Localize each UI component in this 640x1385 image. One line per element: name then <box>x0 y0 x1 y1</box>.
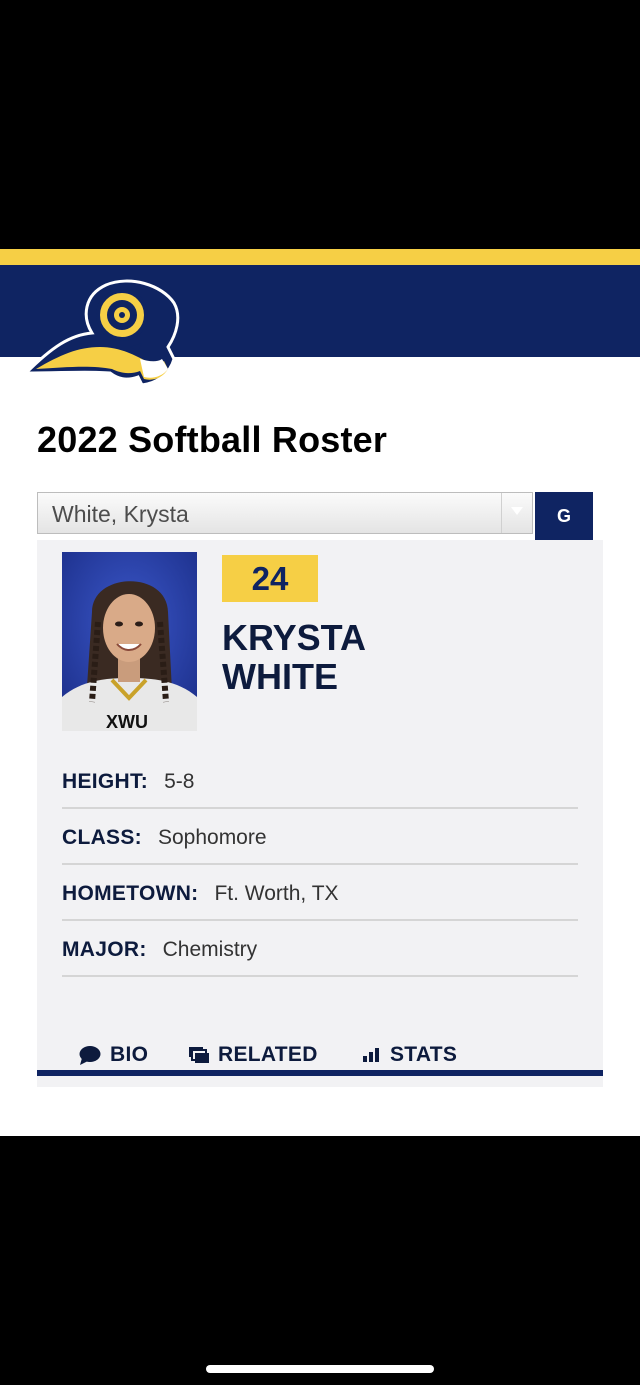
player-headshot: XWU <box>62 552 197 731</box>
ram-logo-icon[interactable] <box>22 277 182 393</box>
detail-label: HOMETOWN: <box>62 881 199 905</box>
player-tabs: BIO RELATED STATS <box>37 1034 603 1076</box>
selected-player-value: White, Krysta <box>52 501 189 527</box>
detail-value: 5-8 <box>164 769 195 793</box>
home-indicator[interactable] <box>206 1365 434 1373</box>
player-last-name: WHITE <box>222 656 338 697</box>
detail-value: Sophomore <box>157 825 267 849</box>
tabs-underline <box>37 1070 603 1076</box>
detail-row-height: HEIGHT: 5-8 <box>62 754 578 809</box>
detail-value: Ft. Worth, TX <box>214 881 339 905</box>
detail-row-class: CLASS: Sophomore <box>62 810 578 865</box>
player-details-list: HEIGHT: 5-8 CLASS: Sophomore HOMETOWN: F… <box>62 754 578 978</box>
top-black-bar <box>0 0 640 249</box>
page-title: 2022 Softball Roster <box>37 419 388 460</box>
detail-label: CLASS: <box>62 825 142 849</box>
svg-text:XWU: XWU <box>106 712 148 731</box>
go-button[interactable]: G <box>535 492 593 540</box>
tab-related-label: RELATED <box>218 1043 318 1066</box>
detail-label: MAJOR: <box>62 937 147 961</box>
detail-label: HEIGHT: <box>62 769 149 793</box>
detail-row-major: MAJOR: Chemistry <box>62 922 578 977</box>
player-card: XWU 24 KRYSTA WHITE HEIGHT: 5-8 CLASS: S… <box>37 540 603 1087</box>
dropdown-toggle[interactable] <box>501 493 532 533</box>
speech-bubble-icon <box>79 1046 101 1065</box>
tab-bio-label: BIO <box>110 1043 149 1066</box>
player-select-dropdown[interactable]: White, Krysta <box>37 492 533 534</box>
page: 2022 Softball Roster White, Krysta G XWU… <box>0 249 640 1136</box>
stacked-cards-icon <box>189 1047 209 1063</box>
detail-row-hometown: HOMETOWN: Ft. Worth, TX <box>62 866 578 921</box>
player-first-name: KRYSTA <box>222 617 366 658</box>
bar-chart-icon <box>363 1048 379 1062</box>
player-name: KRYSTA WHITE <box>222 618 366 696</box>
tab-stats-label: STATS <box>390 1043 458 1066</box>
detail-value: Chemistry <box>162 937 258 961</box>
chevron-down-icon <box>511 507 523 515</box>
jersey-number-badge: 24 <box>222 555 318 602</box>
header-gold-stripe <box>0 249 640 265</box>
